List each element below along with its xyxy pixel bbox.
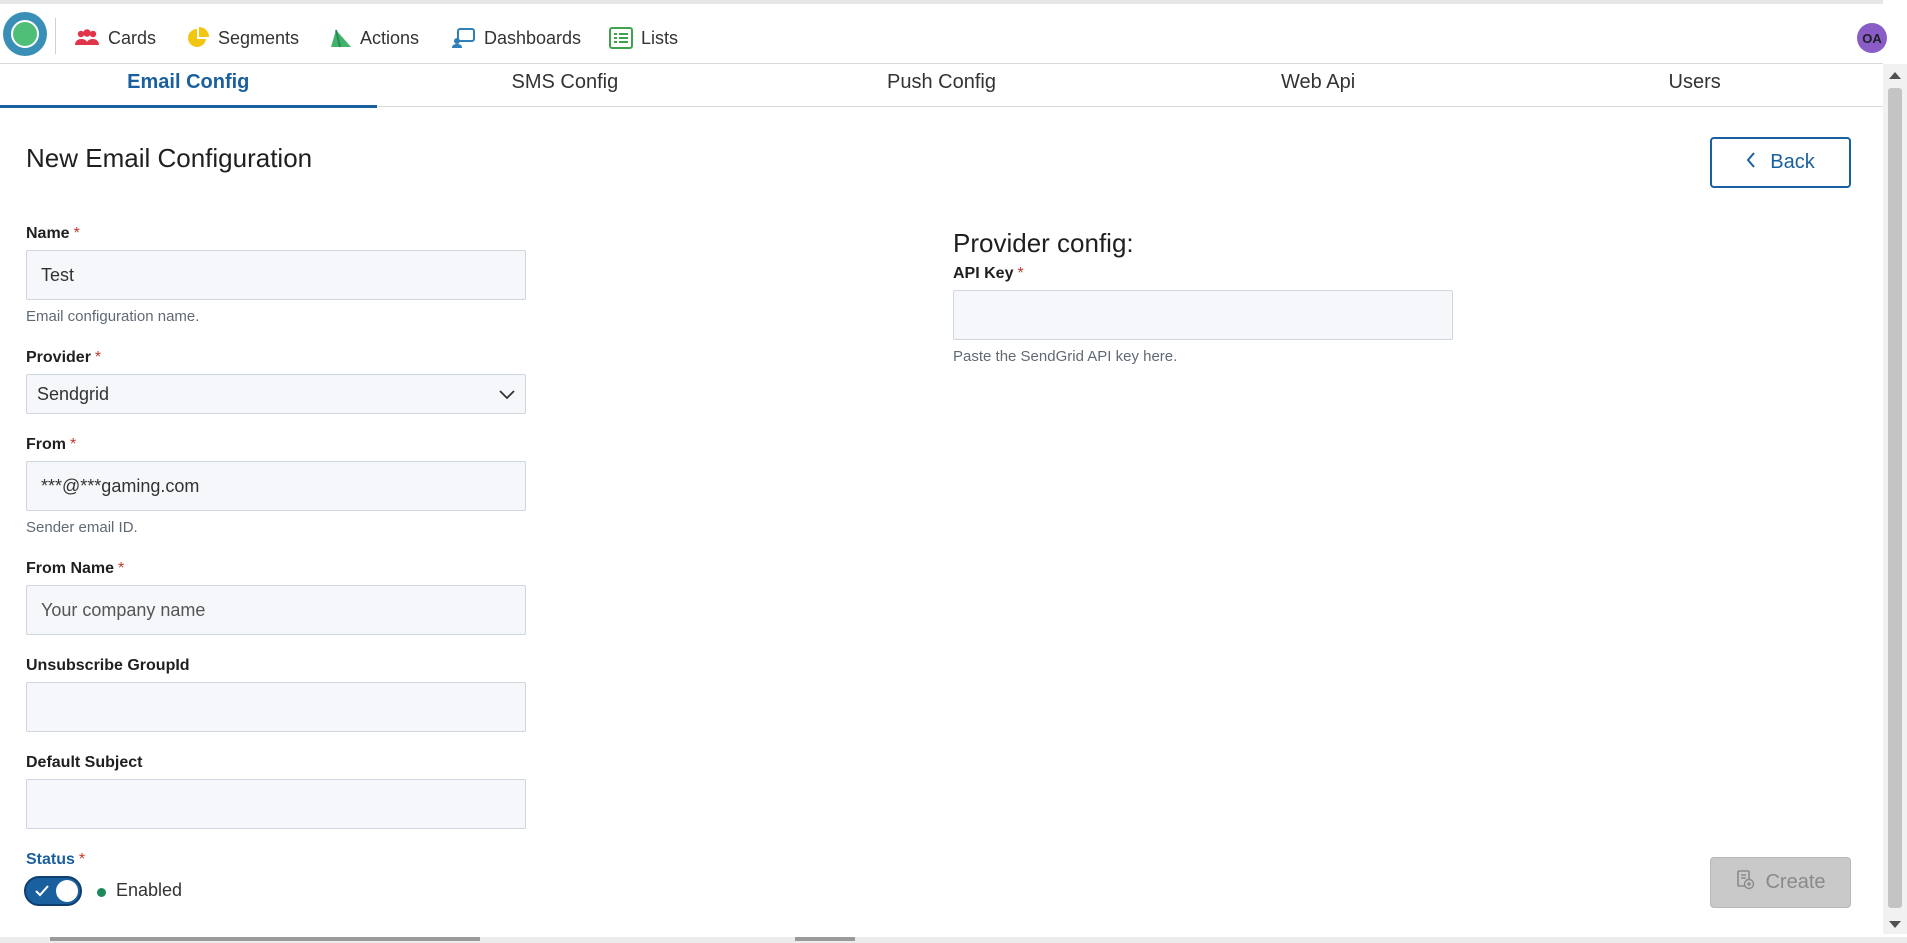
nav-item-label: Segments — [218, 27, 300, 48]
back-button[interactable]: Back — [1710, 137, 1851, 188]
vertical-scrollbar[interactable] — [1883, 64, 1907, 934]
api-key-helper-text: Paste the SendGrid API key here. — [953, 348, 1178, 365]
users-icon — [74, 28, 100, 48]
tab-sms-config[interactable]: SMS Config — [377, 64, 754, 107]
required-marker: * — [94, 349, 102, 366]
scrollbar-segment — [795, 937, 855, 941]
nav-item-label: Dashboards — [484, 27, 582, 48]
unsubscribe-groupid-input[interactable] — [26, 682, 526, 732]
from-name-label: From Name * — [26, 560, 124, 578]
list-icon — [609, 27, 633, 49]
required-marker: * — [118, 560, 125, 577]
create-button-label: Create — [1765, 871, 1826, 893]
from-helper-text: Sender email ID. — [26, 519, 138, 536]
name-label: Name * — [26, 225, 80, 243]
status-toggle[interactable] — [24, 876, 82, 906]
create-button[interactable]: Create — [1710, 857, 1851, 908]
page-title: New Email Configuration — [26, 143, 313, 173]
nav-item-label: Lists — [641, 27, 679, 48]
config-tabs: Email Config SMS Config Push Config Web … — [0, 64, 1883, 108]
provider-selected-value: Sendgrid — [37, 383, 110, 404]
checkmark-icon — [35, 884, 49, 902]
default-subject-input[interactable] — [26, 779, 526, 829]
tab-users[interactable]: Users — [1506, 64, 1883, 107]
top-navigation-bar: Cards Segments Actions Dashboards Lists … — [0, 0, 1887, 64]
scroll-up-arrow-icon[interactable] — [1889, 72, 1901, 79]
document-add-icon — [1735, 869, 1755, 896]
api-key-label: API Key * — [953, 265, 1024, 283]
nav-item-segments[interactable]: Segments — [186, 24, 299, 52]
nav-item-label: Cards — [108, 27, 157, 48]
nav-item-label: Actions — [360, 27, 420, 48]
nav-item-dashboards[interactable]: Dashboards — [452, 24, 581, 52]
user-avatar[interactable]: OA — [1857, 23, 1887, 53]
dashboard-icon — [452, 27, 476, 49]
provider-label-text: Provider — [26, 349, 91, 366]
app-logo[interactable] — [3, 12, 47, 56]
name-label-text: Name — [26, 225, 70, 242]
chevron-down-icon — [499, 384, 515, 405]
chevron-left-icon — [1746, 151, 1756, 174]
logo-mark — [11, 20, 39, 48]
pie-chart-icon — [186, 26, 210, 50]
horizontal-scrollbar[interactable] — [0, 937, 1907, 943]
from-email-input[interactable]: ***@***gaming.com — [26, 461, 526, 511]
scrollbar-segment — [50, 937, 480, 941]
from-label-text: From — [26, 436, 66, 453]
provider-config-title: Provider config: — [953, 228, 1134, 258]
back-button-label: Back — [1770, 151, 1815, 173]
status-indicator-dot — [97, 888, 106, 897]
toggle-knob — [56, 880, 78, 902]
nav-divider — [55, 18, 56, 54]
name-helper-text: Email configuration name. — [26, 308, 200, 325]
tab-web-api[interactable]: Web Api — [1130, 64, 1507, 107]
tab-push-config[interactable]: Push Config — [753, 64, 1130, 107]
required-marker: * — [78, 851, 86, 868]
from-name-label-text: From Name — [26, 560, 115, 577]
tab-email-config[interactable]: Email Config — [0, 64, 377, 108]
nav-item-cards[interactable]: Cards — [74, 24, 156, 52]
api-key-label-text: API Key — [953, 265, 1014, 282]
status-label-text: Status — [26, 851, 75, 868]
status-label: Status * — [26, 851, 85, 869]
required-marker: * — [73, 225, 80, 242]
status-value-text: Enabled — [116, 880, 183, 900]
nav-item-lists[interactable]: Lists — [609, 24, 678, 52]
required-marker: * — [1017, 265, 1024, 282]
required-marker: * — [70, 436, 77, 453]
scroll-down-arrow-icon[interactable] — [1889, 921, 1901, 928]
provider-select[interactable]: Sendgrid — [26, 374, 526, 414]
name-input[interactable]: Test — [26, 250, 526, 300]
from-label: From * — [26, 436, 76, 454]
api-key-input[interactable] — [953, 290, 1453, 340]
default-subject-label: Default Subject — [26, 754, 143, 771]
from-name-input[interactable]: Your company name — [26, 585, 526, 635]
scrollbar-thumb[interactable] — [1888, 88, 1902, 908]
provider-label: Provider * — [26, 349, 101, 367]
nav-item-actions[interactable]: Actions — [330, 24, 419, 52]
actions-icon — [330, 28, 352, 48]
unsubscribe-groupid-label: Unsubscribe GroupId — [26, 657, 190, 674]
